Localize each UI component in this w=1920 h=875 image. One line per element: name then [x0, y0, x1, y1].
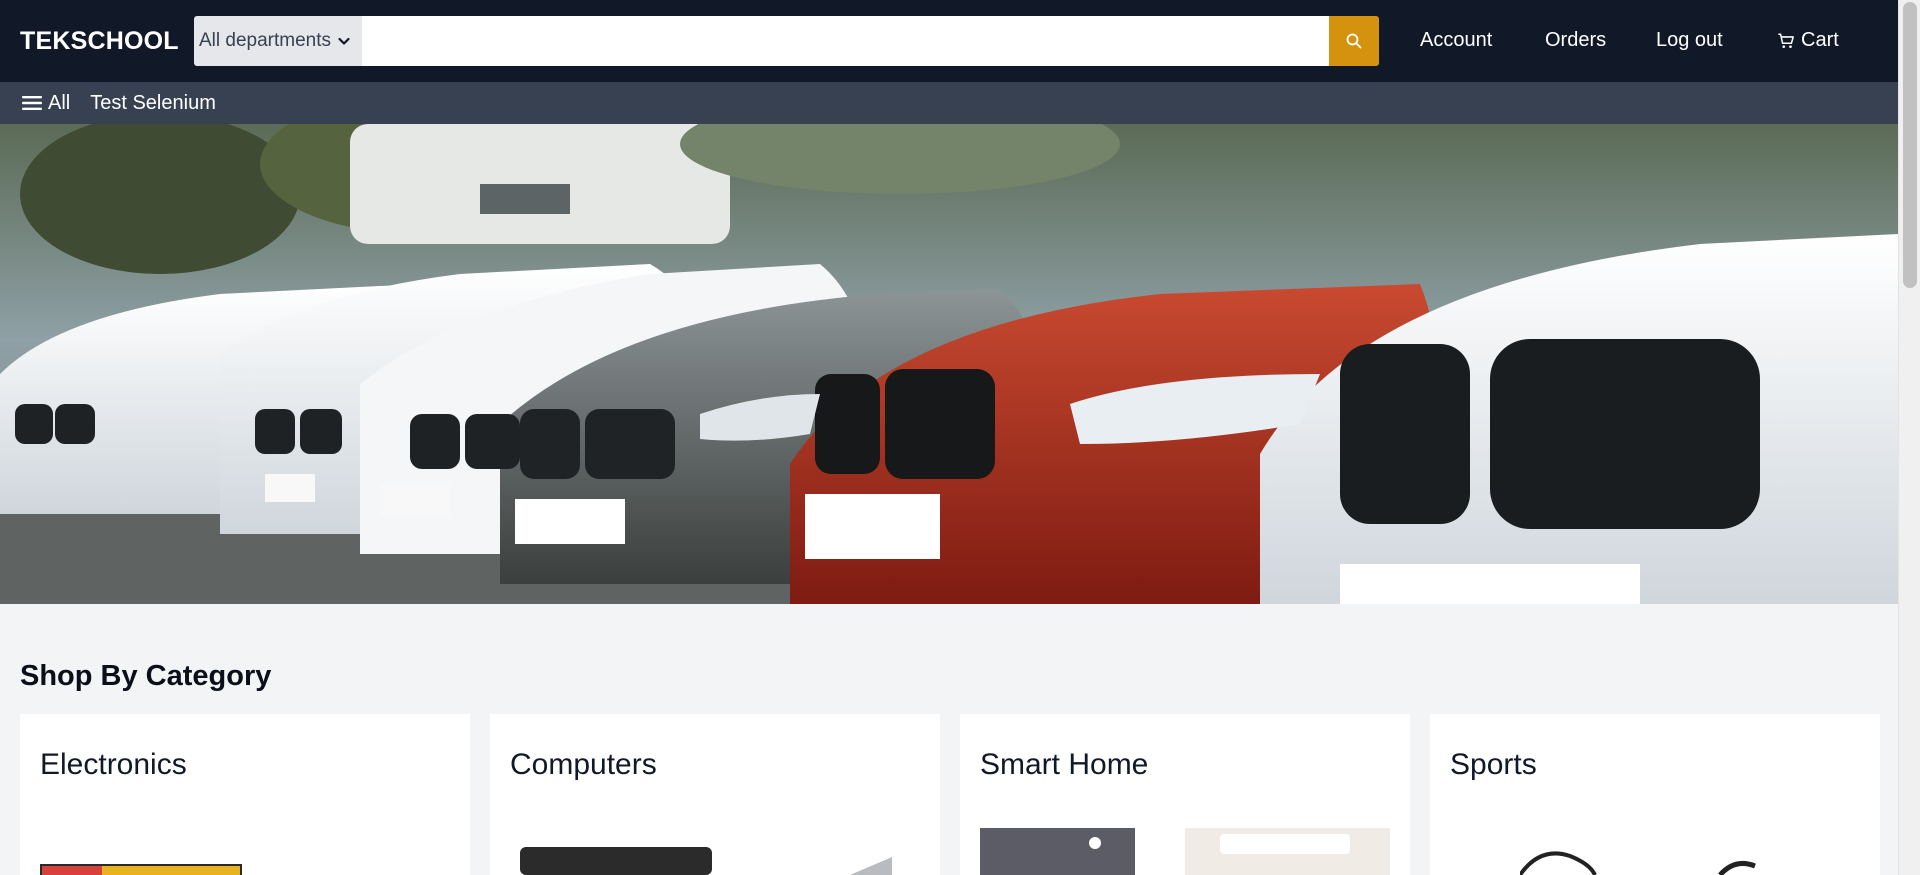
electronics-product-image — [40, 864, 242, 875]
category-card-smart-home[interactable]: Smart Home — [960, 714, 1410, 875]
category-card-electronics[interactable]: Electronics — [20, 714, 470, 875]
category-card-title: Smart Home — [980, 748, 1149, 781]
search-input[interactable] — [362, 16, 1329, 66]
category-card-title: Electronics — [40, 748, 187, 781]
sports-product-image — [1520, 851, 1756, 875]
hero-cars-image — [0, 124, 1898, 604]
orders-link[interactable]: Orders — [1545, 29, 1606, 52]
all-menu-button[interactable]: All — [22, 92, 70, 115]
computers-product-image — [520, 847, 892, 875]
department-select-value: All departments — [199, 30, 332, 51]
category-card-computers[interactable]: Computers — [490, 714, 940, 875]
category-card-sports[interactable]: Sports — [1430, 714, 1880, 875]
cart-label: Cart — [1801, 29, 1839, 51]
hamburger-icon — [22, 96, 42, 110]
shop-by-category-title: Shop By Category — [20, 660, 272, 692]
hero-banner — [0, 124, 1898, 604]
search-bar: All departments — [194, 16, 1379, 66]
category-card-title: Computers — [510, 748, 657, 781]
chevron-down-icon — [338, 37, 350, 45]
department-select[interactable]: All departments — [194, 16, 362, 66]
page-scrollbar[interactable] — [1898, 0, 1920, 875]
sub-navigation: All Test Selenium — [0, 82, 1898, 124]
logout-link[interactable]: Log out — [1656, 29, 1723, 52]
category-card-title: Sports — [1450, 748, 1537, 781]
search-icon — [1346, 33, 1362, 49]
smart-home-product-image — [980, 828, 1390, 875]
subnav-item-test-selenium[interactable]: Test Selenium — [90, 92, 216, 115]
scrollbar-thumb[interactable] — [1903, 2, 1917, 288]
account-link[interactable]: Account — [1420, 29, 1492, 52]
logo[interactable]: TEKSCHOOL — [20, 27, 179, 56]
cart-icon — [1778, 32, 1794, 48]
cart-link[interactable]: Cart — [1777, 29, 1839, 52]
top-header: TEKSCHOOL All departments Account Orders… — [0, 0, 1898, 82]
all-menu-label: All — [48, 91, 71, 114]
search-button[interactable] — [1329, 16, 1379, 66]
